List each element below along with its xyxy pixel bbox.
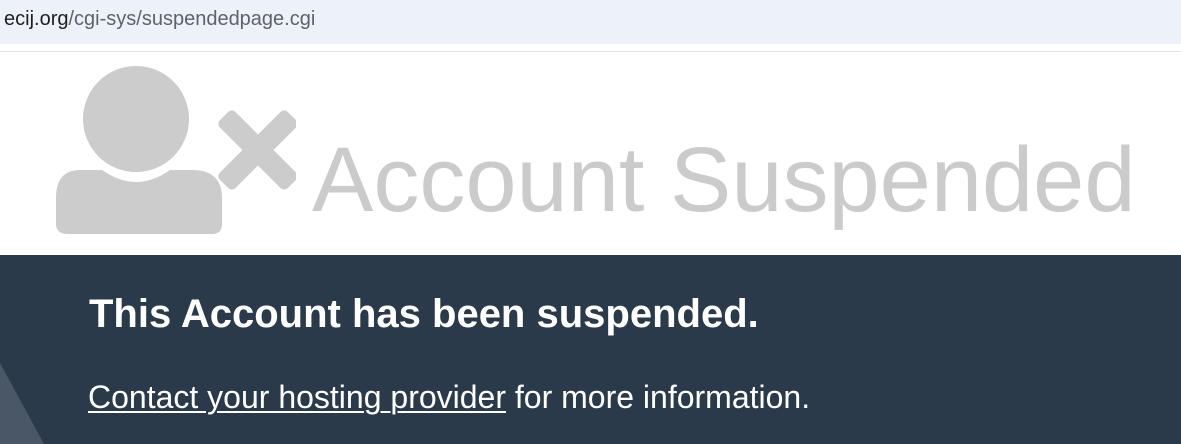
notice-title: This Account has been suspended. (89, 292, 759, 336)
url-path: /cgi-sys/suspendedpage.cgi (68, 8, 316, 30)
page-headline: Account Suspended (312, 129, 1136, 231)
address-bar[interactable]: ecij.org/cgi-sys/suspendedpage.cgi (0, 0, 1181, 44)
decorative-shape (0, 363, 44, 444)
url-domain: ecij.org (4, 8, 69, 30)
contact-hosting-provider-link[interactable]: Contact your hosting provider (88, 379, 506, 415)
notice-panel: This Account has been suspended. Contact… (0, 255, 1181, 444)
user-x-icon (56, 66, 296, 234)
notice-trailing-text: for more information. (506, 379, 811, 415)
suspended-page: ecij.org/cgi-sys/suspendedpage.cgi Accou… (0, 0, 1181, 444)
notice-text: Contact your hosting provider for more i… (88, 379, 811, 415)
